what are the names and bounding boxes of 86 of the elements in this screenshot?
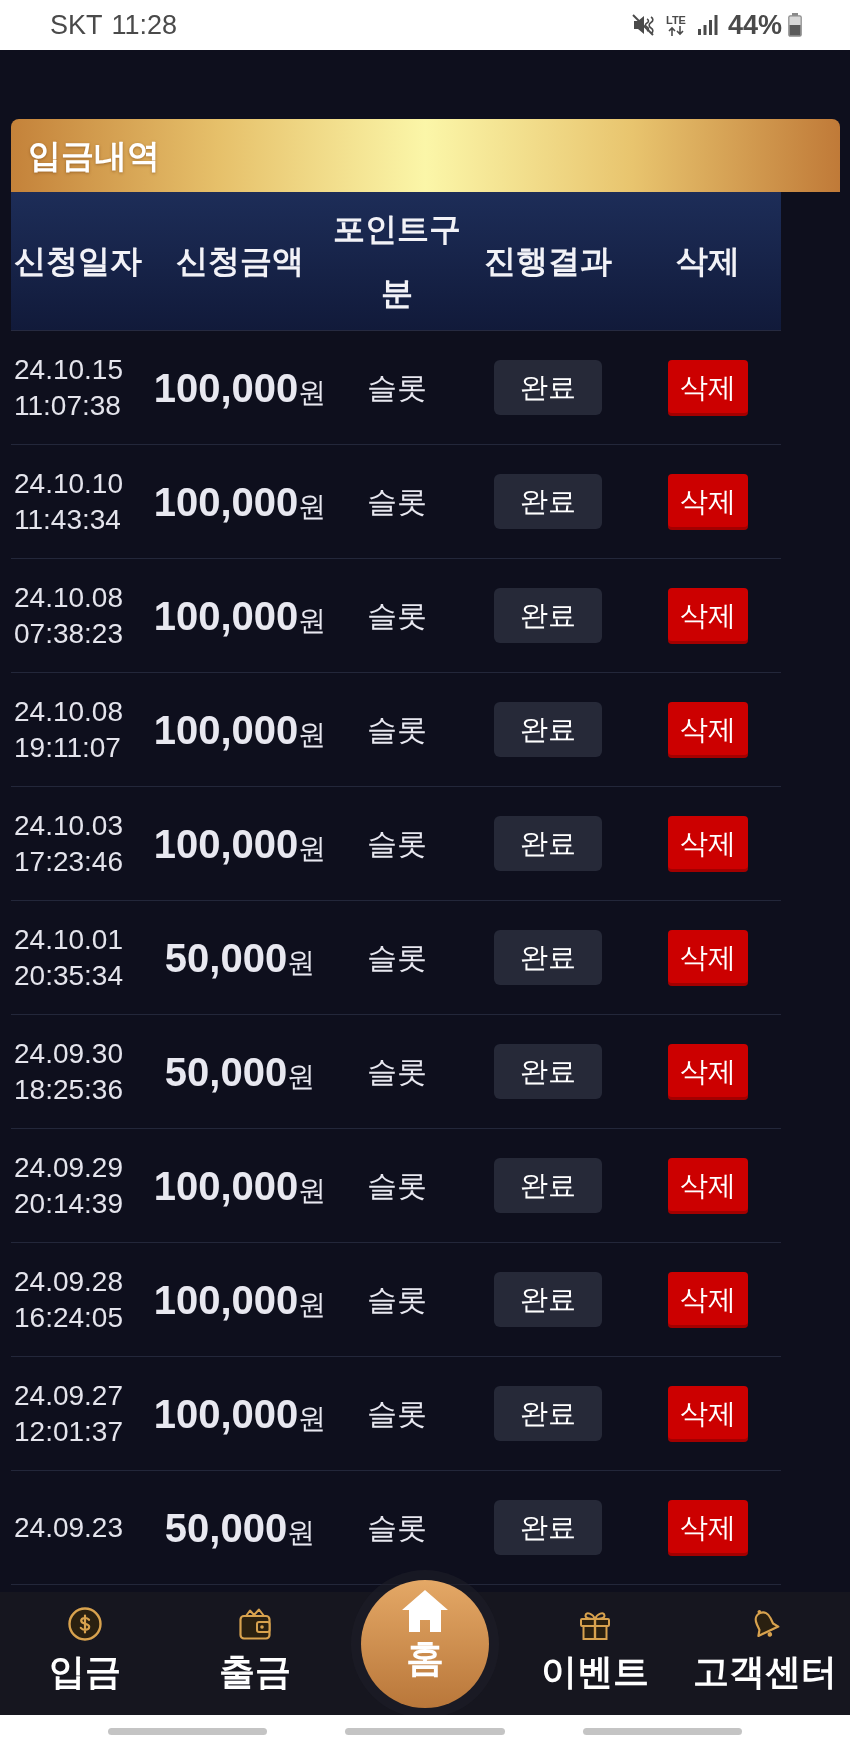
point-type: 슬롯 [367, 1054, 427, 1090]
column-header: 삭제 [675, 242, 740, 281]
status-chip: 완료 [494, 360, 602, 415]
status-chip: 완료 [494, 1272, 602, 1327]
deposit-amount: 100,000원 [153, 478, 327, 526]
request-time: 18:25:36 [14, 1072, 124, 1107]
deposit-amount: 100,000원 [153, 592, 327, 640]
signal-icon [697, 15, 718, 35]
column-header: 신청금액 [176, 242, 304, 281]
delete-button[interactable]: 삭제 [667, 1499, 748, 1556]
request-date: 24.10.03 [14, 808, 124, 843]
column-header: 포인트구분 [332, 210, 462, 313]
point-type: 슬롯 [367, 1396, 427, 1432]
request-time: 19:11:07 [14, 730, 122, 765]
nav-item[interactable]: 이벤트 [541, 1592, 649, 1715]
request-time: 20:35:34 [14, 958, 124, 993]
delete-button[interactable]: 삭제 [667, 1385, 748, 1442]
nav-item[interactable]: 입금 [49, 1592, 121, 1715]
mute-icon [632, 14, 656, 36]
delete-button[interactable]: 삭제 [667, 587, 748, 644]
request-date: 24.10.01 [14, 922, 124, 957]
request-date: 24.09.29 [14, 1150, 124, 1185]
status-chip: 완료 [494, 474, 602, 529]
status-chip: 완료 [494, 1386, 602, 1441]
panel-title: 입금내역 [28, 135, 160, 176]
point-type: 슬롯 [367, 370, 427, 406]
point-type: 슬롯 [367, 484, 427, 520]
dollar-coin-icon [68, 1607, 102, 1641]
delete-button[interactable]: 삭제 [667, 1043, 748, 1100]
nav-item[interactable]: 고객센터 [693, 1592, 837, 1715]
request-date: 24.10.10 [14, 466, 124, 501]
status-chip: 완료 [494, 1158, 602, 1213]
nav-item[interactable]: 출금 [219, 1592, 291, 1715]
status-chip: 완료 [494, 588, 602, 643]
battery-icon [788, 13, 802, 37]
delete-button[interactable]: 삭제 [667, 359, 748, 416]
battery-percent: 44% [727, 8, 782, 42]
point-type: 슬롯 [367, 1282, 427, 1318]
column-header: 진행결과 [484, 242, 612, 281]
point-type: 슬롯 [367, 1510, 427, 1546]
point-type: 슬롯 [367, 1168, 427, 1204]
request-date: 24.10.08 [14, 580, 124, 615]
delete-button[interactable]: 삭제 [667, 1271, 748, 1328]
request-time: 16:24:05 [14, 1300, 124, 1335]
request-time: 11:43:34 [14, 502, 122, 537]
request-time: 12:01:37 [14, 1414, 124, 1449]
data-arrows-icon [667, 26, 684, 36]
column-header: 신청일자 [14, 242, 142, 281]
deposit-amount: 100,000원 [153, 1162, 327, 1210]
delete-button[interactable]: 삭제 [667, 815, 748, 872]
request-date: 24.09.30 [14, 1036, 124, 1071]
status-chip: 완료 [494, 702, 602, 757]
deposit-amount: 100,000원 [153, 1390, 327, 1438]
request-time: 20:14:39 [14, 1186, 124, 1221]
status-chip: 완료 [494, 930, 602, 985]
deposit-amount: 50,000원 [164, 1504, 316, 1552]
point-type: 슬롯 [367, 712, 427, 748]
delete-button[interactable]: 삭제 [667, 473, 748, 530]
delete-button[interactable]: 삭제 [667, 701, 748, 758]
point-type: 슬롯 [367, 598, 427, 634]
request-time: 07:38:23 [14, 616, 124, 651]
deposit-amount: 100,000원 [153, 1276, 327, 1324]
request-date: 24.09.28 [14, 1264, 124, 1299]
deposit-amount: 50,000원 [164, 1048, 316, 1096]
wallet-icon [238, 1607, 272, 1641]
status-chip: 완료 [494, 1044, 602, 1099]
deposit-amount: 50,000원 [164, 934, 316, 982]
request-time: 17:23:46 [14, 844, 124, 879]
point-type: 슬롯 [367, 940, 427, 976]
delete-button[interactable]: 삭제 [667, 929, 748, 986]
delete-button[interactable]: 삭제 [667, 1157, 748, 1214]
point-type: 슬롯 [367, 826, 427, 862]
status-chip: 완료 [494, 1500, 602, 1555]
request-date: 24.10.08 [14, 694, 124, 729]
network-type: LTE [666, 14, 686, 26]
deposit-amount: 100,000원 [153, 364, 327, 412]
request-time: 11:07:38 [14, 388, 122, 423]
status-chip: 완료 [494, 816, 602, 871]
carrier-name: SKT [50, 8, 103, 42]
request-date: 24.10.15 [14, 352, 124, 387]
deposit-amount: 100,000원 [153, 820, 327, 868]
deposit-amount: 100,000원 [153, 706, 327, 754]
clock-time: 11:28 [111, 8, 178, 42]
request-date: 24.09.23 [14, 1510, 124, 1545]
home-icon [402, 1590, 448, 1632]
request-date: 24.09.27 [14, 1378, 124, 1413]
